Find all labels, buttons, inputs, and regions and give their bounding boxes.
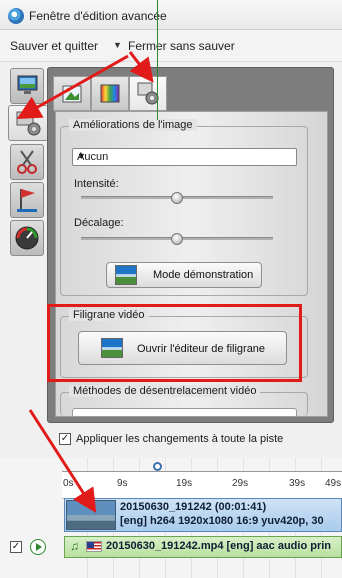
side-tab-settings[interactable] [8, 105, 48, 141]
flag-chapters-icon [17, 189, 37, 212]
monitor-image-icon [17, 75, 38, 94]
playhead-line [157, 0, 158, 120]
side-tab-chapters[interactable] [10, 182, 44, 218]
intensity-label: Intensité: [74, 178, 119, 190]
tick-label: 9s [117, 478, 128, 489]
tab-advanced-settings[interactable] [129, 76, 167, 111]
intensity-slider-thumb[interactable] [171, 192, 183, 204]
scissors-icon [17, 150, 37, 174]
demo-mode-button[interactable]: Mode démonstration [106, 262, 262, 288]
side-tab-speed[interactable] [10, 220, 44, 256]
menu-bar: Sauver et quitter ▼ Fermer sans sauver [0, 30, 342, 62]
watermark-highlight-box [47, 304, 302, 382]
dropdown-arrow-icon: ▼ [113, 40, 122, 50]
play-icon[interactable] [30, 539, 46, 555]
us-flag-icon [86, 541, 102, 552]
tick-label: 0s [63, 478, 74, 489]
image-enhancements-legend: Améliorations de l'image [69, 119, 197, 131]
playhead-knob[interactable] [153, 462, 162, 471]
picture-icon [62, 85, 82, 103]
offset-label: Décalage: [74, 217, 124, 229]
enhancement-preset-select[interactable]: Aucun ▼ [72, 148, 297, 166]
video-clip-title: 20150630_191242 (00:01:41) [120, 501, 267, 513]
deinterlace-legend: Méthodes de désentrelacement vidéo [69, 385, 261, 397]
tab-color[interactable] [91, 76, 129, 111]
video-thumbnail [66, 500, 116, 530]
gear-settings-icon [16, 111, 41, 136]
side-tab-cut[interactable] [10, 144, 44, 180]
track-enable-checkbox[interactable]: ✓ [10, 541, 22, 553]
tab-enhance-image[interactable] [53, 76, 91, 111]
apply-all-label: Appliquer les changements à toute la pis… [76, 433, 284, 445]
audio-clip-label: 20150630_191242.mp4 [eng] aac audio prin [106, 540, 332, 552]
apply-all-checkbox[interactable]: ✓ [59, 433, 71, 445]
timeline-ruler[interactable]: 0s 9s 19s 29s 39s 49s [62, 471, 342, 499]
offset-slider-thumb[interactable] [171, 233, 183, 245]
tick-label: 29s [232, 478, 249, 489]
window-title: Fenêtre d'édition avancée [29, 9, 167, 23]
chevron-down-icon: ▼ [77, 151, 86, 161]
tick-label: 39s [289, 478, 306, 489]
title-bar: Fenêtre d'édition avancée [0, 0, 342, 30]
gear-settings-icon [137, 82, 159, 105]
save-and-quit-menu[interactable]: Sauver et quitter [10, 39, 98, 53]
color-palette-icon [100, 84, 120, 103]
apply-all-row: ✓ Appliquer les changements à toute la p… [0, 424, 342, 454]
tick-label: 19s [176, 478, 193, 489]
demo-preview-icon [115, 265, 137, 285]
video-clip-info: [eng] h264 1920x1080 16:9 yuv420p, 30 [120, 515, 324, 527]
close-without-save-menu[interactable]: Fermer sans sauver [128, 39, 235, 53]
app-icon [8, 8, 24, 24]
gauge-icon [15, 226, 39, 250]
tick-label: 49s [325, 478, 342, 489]
deinterlace-select[interactable] [72, 408, 297, 416]
side-tab-image[interactable] [10, 68, 44, 104]
music-note-icon: ♫ [70, 539, 79, 553]
